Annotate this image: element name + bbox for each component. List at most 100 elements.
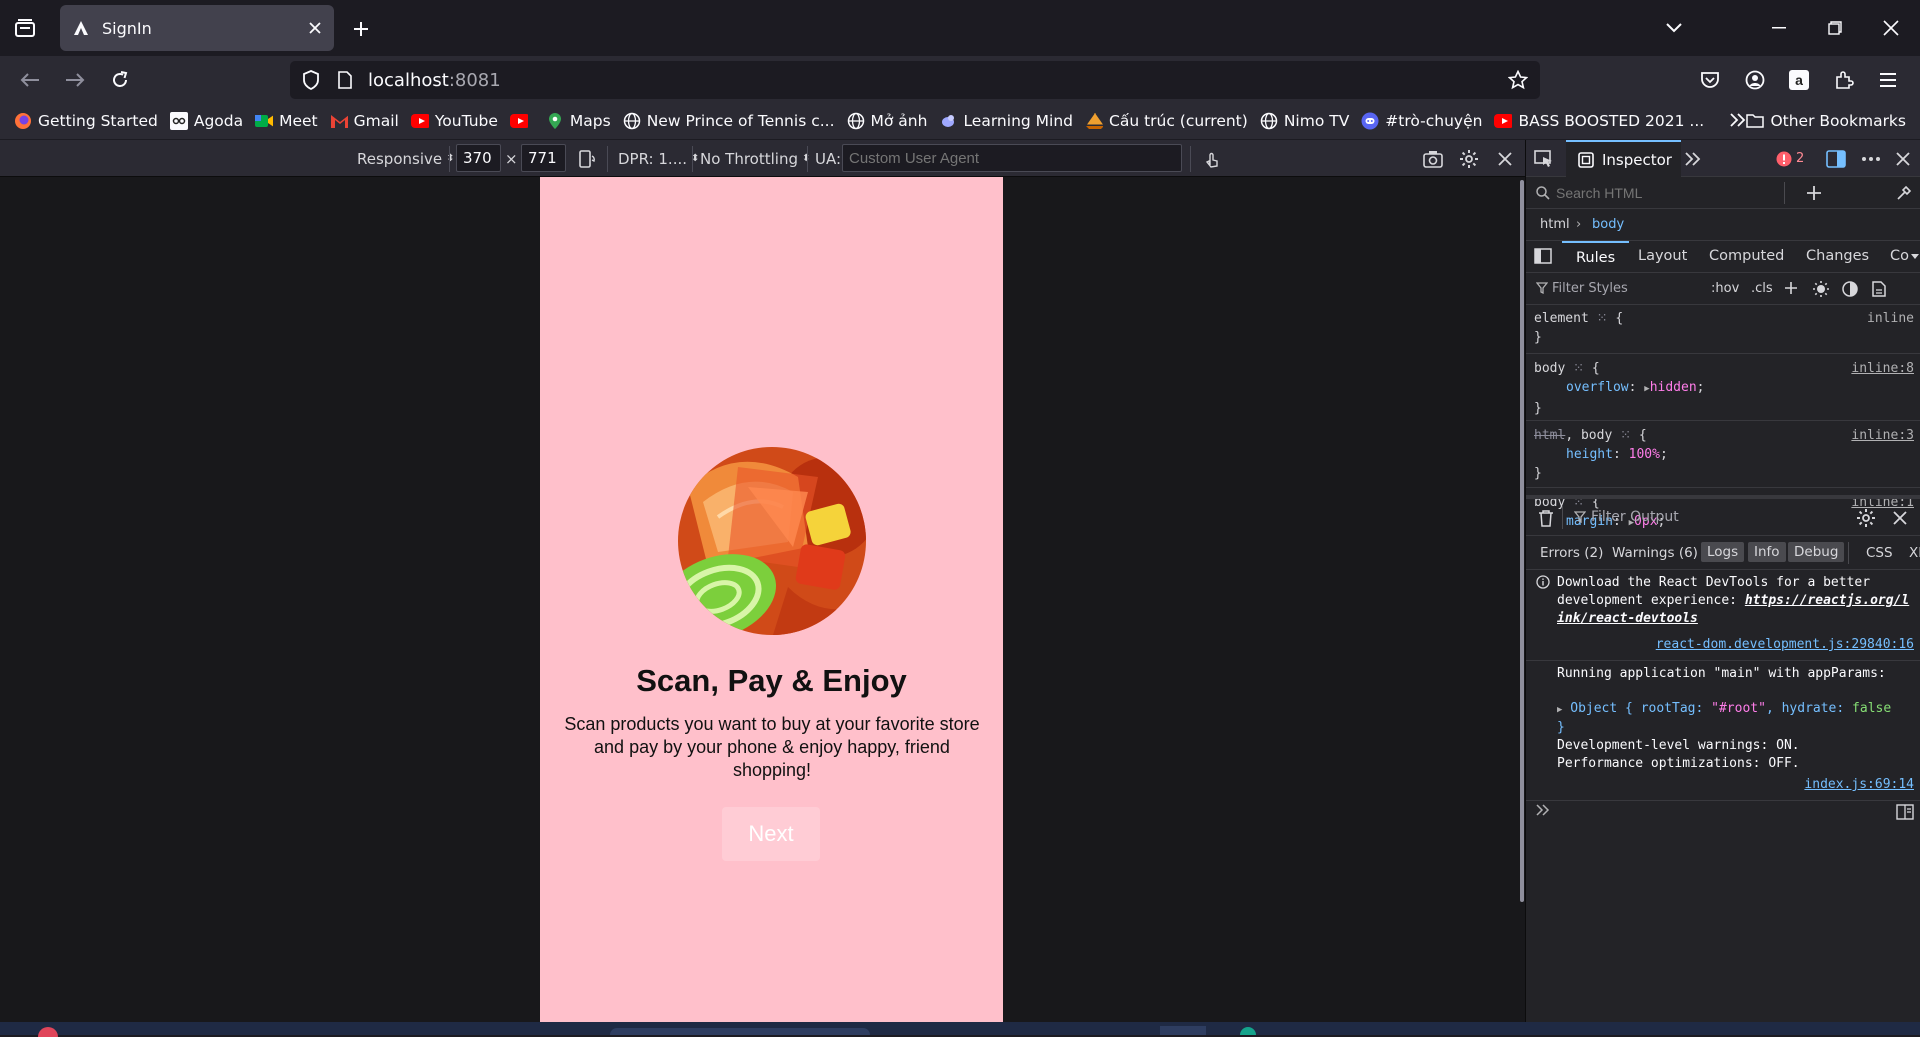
- close-console-icon[interactable]: [1893, 511, 1907, 525]
- console-input-row[interactable]: [1536, 804, 1914, 820]
- dock-side-icon[interactable]: [1826, 140, 1846, 177]
- tab-signin[interactable]: SignIn: [60, 5, 334, 51]
- console-source-index[interactable]: index.js:69:14: [1536, 776, 1914, 794]
- css-filter[interactable]: CSS: [1866, 545, 1893, 561]
- logs-filter[interactable]: Logs: [1701, 542, 1745, 562]
- info-filter[interactable]: Info: [1748, 542, 1786, 562]
- hov-toggle[interactable]: :hov: [1711, 281, 1739, 296]
- eyedropper-icon[interactable]: [1896, 185, 1912, 201]
- errors-filter[interactable]: Errors (2): [1540, 545, 1603, 561]
- more-tools-chevron-icon[interactable]: [1684, 140, 1702, 177]
- tab-computed[interactable]: Computed: [1709, 248, 1784, 264]
- bookmark-learning-mind[interactable]: Learning Mind: [939, 112, 1073, 130]
- address-bar[interactable]: localhost:8081: [290, 61, 1540, 99]
- taskbar-app[interactable]: [1160, 1026, 1206, 1035]
- shield-icon[interactable]: [302, 70, 320, 90]
- bookmark-youtube-2[interactable]: [509, 112, 534, 130]
- tab-changes[interactable]: Changes: [1806, 248, 1869, 264]
- devtools-more-options-icon[interactable]: [1862, 140, 1880, 177]
- separator: [1190, 146, 1191, 172]
- dpr-selector[interactable]: DPR: 1.... ⬍: [618, 140, 699, 177]
- console-object[interactable]: ▶ Object { rootTag: "#root", hydrate: fa…: [1557, 700, 1914, 719]
- throttling-selector[interactable]: No Throttling ⬍: [700, 140, 810, 177]
- expo-favicon-icon: [72, 19, 90, 37]
- close-window-icon[interactable]: [1862, 8, 1920, 48]
- viewport-scrollbar[interactable]: [1520, 180, 1524, 902]
- bookmark-agoda[interactable]: Agoda: [169, 112, 243, 130]
- cls-toggle[interactable]: .cls: [1751, 281, 1773, 296]
- filter-styles-input[interactable]: Filter Styles: [1552, 281, 1628, 296]
- clear-console-trash-icon[interactable]: [1538, 509, 1554, 527]
- tab-list-icon[interactable]: [10, 14, 40, 42]
- xhr-filter[interactable]: XH: [1909, 545, 1920, 561]
- screenshot-icon[interactable]: [1423, 140, 1443, 177]
- rule-html-body-height[interactable]: html, body ⁙ { inline:3 height: 100%; }: [1534, 426, 1914, 483]
- bookmark-bass-boosted[interactable]: BASS BOOSTED 2021 ...: [1494, 112, 1704, 130]
- user-agent-input[interactable]: [842, 144, 1182, 172]
- bookmark-youtube[interactable]: YouTube: [410, 112, 498, 130]
- forward-icon[interactable]: [57, 62, 93, 98]
- tab-inspector[interactable]: Inspector: [1566, 140, 1681, 177]
- list-all-tabs-icon[interactable]: [1645, 8, 1703, 48]
- chevron-double-right-icon[interactable]: [1728, 112, 1748, 128]
- back-icon[interactable]: [12, 62, 48, 98]
- restore-icon[interactable]: [1806, 8, 1864, 48]
- touch-simulation-icon[interactable]: [1202, 140, 1222, 177]
- bookmark-new-prince-of-tennis[interactable]: New Prince of Tennis c...: [623, 112, 835, 130]
- close-tab-icon[interactable]: [308, 21, 322, 35]
- dark-scheme-icon[interactable]: [1842, 281, 1858, 297]
- viewport-width-input[interactable]: 370: [456, 144, 501, 172]
- bookmark-mo-anh[interactable]: Mở ảnh: [847, 112, 927, 130]
- device-selector[interactable]: Responsive ⬍: [357, 140, 454, 177]
- add-node-icon[interactable]: [1806, 185, 1822, 201]
- console-settings-icon[interactable]: [1856, 508, 1876, 528]
- tabs-dropdown-icon[interactable]: [1911, 254, 1919, 259]
- rule-element[interactable]: element ⁙ { inline }: [1534, 309, 1914, 347]
- taskbar-app-icon[interactable]: [1240, 1027, 1256, 1035]
- tab-layout[interactable]: Layout: [1638, 248, 1687, 264]
- editor-mode-icon[interactable]: [1896, 804, 1914, 820]
- error-count-badge[interactable]: 2: [1776, 140, 1804, 177]
- expand-triangle-icon[interactable]: ▶: [1557, 705, 1562, 715]
- search-html-input[interactable]: [1554, 181, 1774, 205]
- bookmark-getting-started[interactable]: Getting Started: [14, 112, 158, 130]
- close-devtools-icon[interactable]: [1896, 140, 1910, 177]
- bookmark-star-icon[interactable]: [1508, 70, 1528, 90]
- bookmark-maps[interactable]: Maps: [546, 112, 611, 130]
- print-media-icon[interactable]: [1872, 281, 1886, 297]
- account-icon[interactable]: [1737, 62, 1773, 98]
- breadcrumb-body[interactable]: body: [1592, 217, 1624, 232]
- breadcrumb-html[interactable]: html: [1540, 217, 1570, 232]
- filter-output-input[interactable]: Filter Output: [1591, 509, 1679, 525]
- warnings-filter[interactable]: Warnings (6): [1612, 545, 1698, 561]
- other-bookmarks[interactable]: Other Bookmarks: [1746, 103, 1906, 139]
- bookmark-cau-truc[interactable]: Cấu trúc (current): [1085, 112, 1248, 130]
- rdm-settings-icon[interactable]: [1459, 140, 1479, 177]
- close-rdm-icon[interactable]: [1498, 140, 1512, 177]
- viewport-height-input[interactable]: 771: [521, 144, 566, 172]
- debug-filter[interactable]: Debug: [1788, 542, 1845, 562]
- tab-compatibility[interactable]: Co: [1890, 248, 1910, 264]
- bookmark-meet[interactable]: Meet: [255, 112, 318, 130]
- rule-body-overflow[interactable]: body ⁙ { inline:8 overflow: ▶hidden; }: [1534, 359, 1914, 418]
- console-source-react-dom[interactable]: react-dom.development.js:29840:16: [1536, 636, 1914, 654]
- reload-icon[interactable]: [102, 62, 138, 98]
- element-picker-icon[interactable]: [1534, 140, 1554, 177]
- minimize-icon[interactable]: [1750, 8, 1808, 48]
- rotate-viewport-icon[interactable]: [577, 140, 597, 177]
- bookmark-gmail[interactable]: Gmail: [330, 112, 399, 130]
- toggle-sidebar-icon[interactable]: [1534, 248, 1552, 264]
- tab-rules[interactable]: Rules: [1562, 241, 1630, 273]
- amazon-extension-icon[interactable]: a: [1781, 62, 1817, 98]
- bookmark-tro-chuyen[interactable]: #trò-chuyện: [1361, 112, 1482, 130]
- add-rule-icon[interactable]: [1784, 281, 1798, 295]
- bookmark-nimo-tv[interactable]: Nimo TV: [1260, 112, 1349, 130]
- extensions-icon[interactable]: [1826, 62, 1862, 98]
- menu-icon[interactable]: [1870, 62, 1906, 98]
- new-tab-icon[interactable]: [346, 16, 376, 42]
- pocket-icon[interactable]: [1692, 62, 1728, 98]
- separator: [1848, 542, 1849, 564]
- next-button[interactable]: Next: [722, 807, 820, 861]
- light-scheme-icon[interactable]: [1812, 280, 1830, 298]
- taskbar-search[interactable]: [610, 1028, 870, 1035]
